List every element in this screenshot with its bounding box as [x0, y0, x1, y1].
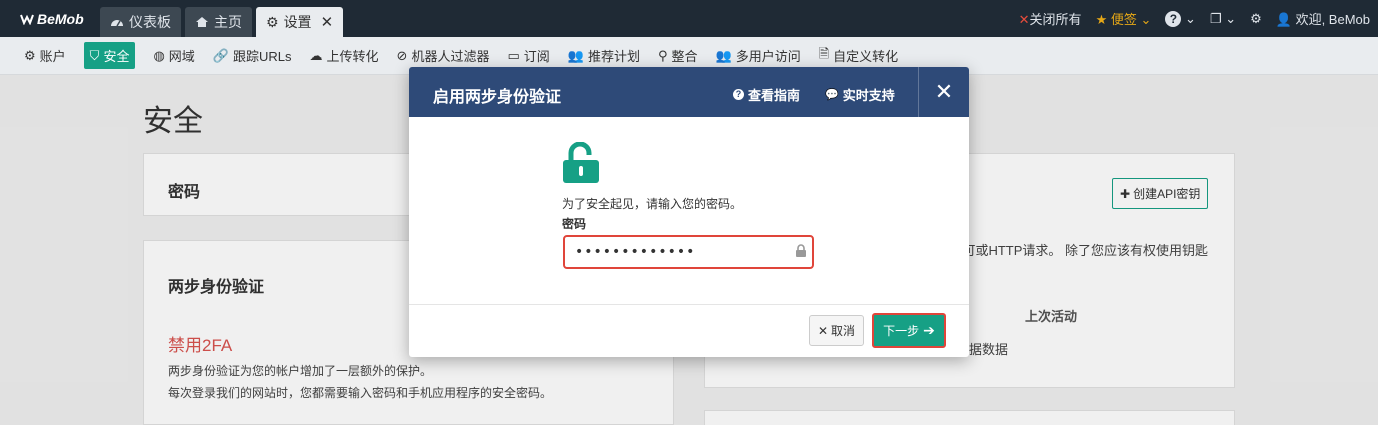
globe-icon: ◍: [153, 47, 165, 63]
close-icon[interactable]: ✕: [931, 79, 957, 105]
subnav-item-integrations[interactable]: ⚲ 整合: [658, 46, 698, 65]
chevron-down-icon: ⌄: [1185, 10, 1196, 26]
header-divider: [918, 67, 919, 117]
subnav-item-domains[interactable]: ◍ 网域: [153, 46, 194, 65]
password-field[interactable]: [563, 235, 814, 269]
link-icon: 🔗: [212, 47, 229, 63]
gear-icon: ⚙: [1250, 10, 1262, 26]
modal-header: 启用两步身份验证 ? 查看指南 💬 实时支持 ✕: [409, 67, 969, 117]
home-icon: [196, 17, 208, 27]
chevron-down-icon: ⌄: [1225, 10, 1237, 26]
password-prompt: 为了安全起见，请输入您的密码。: [562, 197, 743, 211]
tab-label: 主页: [214, 14, 242, 30]
star-icon: ★: [1095, 12, 1108, 27]
question-circle-icon: ?: [733, 89, 744, 100]
subnav-label: 订阅: [523, 49, 550, 64]
bookmarks-label: 便签: [1110, 12, 1137, 27]
subnav-label: 多用户访问: [735, 49, 801, 64]
next-label: 下一步: [883, 324, 920, 338]
subnav-item-subscription[interactable]: ▭ 订阅: [507, 46, 549, 65]
windows-icon: ❐: [1209, 10, 1222, 26]
modal-footer-divider: [409, 304, 969, 305]
group-icon: 👥: [715, 47, 732, 63]
arrow-right-icon: ➔: [923, 322, 935, 338]
subnav-label: 机器人过滤器: [411, 49, 490, 64]
logo[interactable]: BeMob: [0, 11, 100, 27]
subnav-label: 整合: [671, 49, 698, 64]
close-all-label: 关闭所有: [1029, 12, 1082, 27]
dashboard-icon: [111, 20, 123, 27]
unlock-icon: [563, 142, 599, 183]
subnav-item-referral[interactable]: 👥 推荐计划: [568, 46, 640, 65]
subnav-item-security[interactable]: ⛉ 安全: [83, 42, 136, 69]
windows-dropdown[interactable]: ❐ ⌄: [1210, 11, 1236, 27]
cloud-upload-icon: ☁: [309, 47, 323, 63]
logo-text: BeMob: [37, 10, 84, 27]
lock-icon: [796, 244, 806, 257]
subnav-label: 上传转化: [326, 49, 379, 64]
next-step-button[interactable]: 下一步 ➔: [872, 313, 946, 348]
subnav-item-tracking-urls[interactable]: 🔗 跟踪URLs: [213, 46, 292, 65]
modal-title: 启用两步身份验证: [433, 89, 562, 106]
chat-icon: 💬: [825, 89, 839, 101]
close-icon: ✕: [817, 323, 829, 338]
close-icon: ✕: [1018, 12, 1030, 27]
cancel-button[interactable]: ✕ 取消: [809, 315, 864, 346]
card-icon: ▭: [507, 47, 520, 63]
help-icon: ?: [1165, 10, 1182, 27]
users-icon: 👥: [567, 47, 584, 63]
subnav-item-bot-filter[interactable]: ⊘ 机器人过滤器: [397, 46, 490, 65]
subnav-label: 自定义转化: [833, 49, 899, 64]
logo-mark-icon: [20, 14, 34, 25]
user-icon: 👤: [1275, 12, 1292, 27]
subnav-item-upload-conversions[interactable]: ☁ 上传转化: [310, 46, 379, 65]
subnav-label: 推荐计划: [587, 49, 640, 64]
topbar-actions: ✕关闭所有 ★ 便签 ⌄ ? ⌄ ❐ ⌄ ⚙ 👤 欢迎, BeMob: [1019, 0, 1370, 37]
subnav-item-custom-conversions[interactable]: 🗎 自定义转化: [819, 45, 898, 67]
view-guide-label: 查看指南: [748, 88, 801, 103]
top-bar: BeMob 仪表板 主页 ⚙ 设置 ✕ ✕关闭所有 ★ 便签 ⌄ ? ⌄ ❐ ⌄…: [0, 0, 1378, 37]
tab-label: 仪表板: [129, 14, 171, 30]
tab-dashboard[interactable]: 仪表板: [100, 7, 181, 37]
tab-label: 设置: [283, 14, 312, 30]
cancel-label: 取消: [831, 324, 856, 338]
ban-icon: ⊘: [396, 47, 408, 63]
gear-icon: ⚙: [24, 47, 36, 63]
close-all-button[interactable]: ✕关闭所有: [1019, 9, 1082, 28]
live-support-link[interactable]: 💬 实时支持: [825, 85, 895, 104]
password-label: 密码: [562, 217, 587, 231]
subnav-label: 账户: [39, 49, 66, 64]
plug-icon: ⚲: [657, 47, 668, 63]
live-support-label: 实时支持: [842, 88, 895, 103]
file-icon: 🗎: [818, 45, 830, 61]
subnav-label: 跟踪URLs: [233, 49, 292, 64]
settings-button[interactable]: ⚙: [1250, 11, 1262, 27]
shield-icon: ⛉: [89, 47, 100, 63]
enable-2fa-modal: 启用两步身份验证 ? 查看指南 💬 实时支持 ✕ 为了安全起见，请输入您的密码。…: [409, 67, 969, 357]
welcome-label: 欢迎, BeMob: [1295, 12, 1370, 27]
subnav-label: 安全: [103, 49, 130, 64]
bookmarks-dropdown[interactable]: ★ 便签 ⌄: [1096, 9, 1152, 28]
help-dropdown[interactable]: ? ⌄: [1165, 10, 1196, 27]
gear-icon: ⚙: [266, 13, 279, 30]
user-menu[interactable]: 👤 欢迎, BeMob: [1276, 9, 1370, 28]
tab-home[interactable]: 主页: [185, 7, 252, 37]
tab-settings[interactable]: ⚙ 设置 ✕: [256, 7, 344, 37]
subnav-label: 网域: [168, 49, 195, 64]
close-tab-icon[interactable]: ✕: [321, 13, 334, 31]
subnav-item-multiuser[interactable]: 👥 多用户访问: [716, 46, 801, 65]
view-guide-link[interactable]: ? 查看指南: [733, 85, 800, 104]
subnav-item-account[interactable]: ⚙ 账户: [24, 46, 66, 65]
chevron-down-icon: ⌄: [1140, 12, 1152, 27]
